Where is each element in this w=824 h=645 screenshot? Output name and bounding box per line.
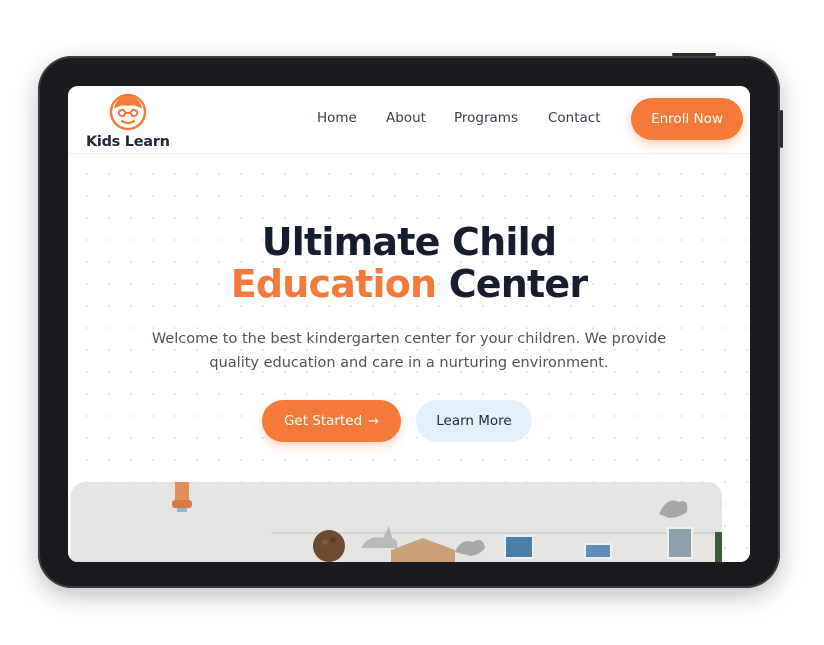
nav-programs[interactable]: Programs bbox=[454, 110, 518, 126]
child-face-icon bbox=[109, 93, 147, 131]
hero-section: Ultimate Child Education Center Welcome … bbox=[68, 155, 750, 562]
logo-text: Kids Learn bbox=[86, 134, 170, 150]
hero-title-rest: Center bbox=[448, 262, 588, 306]
learn-more-button[interactable]: Learn More bbox=[416, 400, 532, 442]
tablet-side-button bbox=[780, 110, 783, 148]
hero-title-accent: Education bbox=[230, 262, 437, 306]
get-started-label: Get Started bbox=[283, 413, 363, 429]
arrow-right-icon: → bbox=[368, 413, 380, 429]
hero-subtitle: Welcome to the best kindergarten center … bbox=[151, 331, 667, 371]
get-started-button[interactable]: Get Started → bbox=[262, 400, 401, 442]
tablet-top-button bbox=[672, 53, 716, 56]
tablet-screen: Kids Learn Home About Programs Contact E… bbox=[68, 86, 750, 562]
nav-home[interactable]: Home bbox=[317, 110, 357, 126]
nav-contact[interactable]: Contact bbox=[548, 110, 601, 126]
hero-title-line1: Ultimate Child bbox=[261, 220, 557, 264]
logo[interactable]: Kids Learn bbox=[86, 92, 170, 152]
nav-about[interactable]: About bbox=[386, 110, 426, 126]
hero-title: Ultimate Child Education Center bbox=[68, 221, 750, 305]
site-header: Kids Learn Home About Programs Contact E… bbox=[68, 86, 750, 154]
enroll-now-button[interactable]: Enroll Now bbox=[631, 98, 743, 140]
classroom-illustration bbox=[71, 482, 722, 562]
classroom-photo bbox=[71, 482, 722, 562]
